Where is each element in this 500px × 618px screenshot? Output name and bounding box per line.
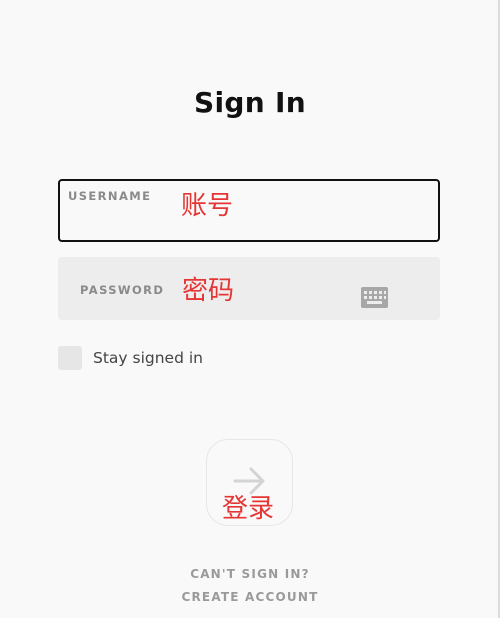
username-label: USERNAME: [68, 189, 152, 203]
stay-signed-in-label: Stay signed in: [93, 349, 203, 367]
page-title: Sign In: [194, 86, 306, 119]
create-account-link[interactable]: CREATE ACCOUNT: [0, 590, 500, 604]
password-annotation: 密码: [182, 276, 235, 306]
sign-in-page: Sign In USERNAME 账号 PASSWORD 密码 Stay sig…: [0, 0, 500, 618]
username-annotation: 账号: [181, 191, 234, 221]
sign-in-button[interactable]: 登录: [206, 439, 293, 526]
sign-in-annotation: 登录: [222, 494, 275, 524]
username-field[interactable]: USERNAME 账号: [58, 179, 440, 242]
cant-sign-in-link[interactable]: CAN'T SIGN IN?: [0, 567, 500, 581]
stay-signed-in-checkbox[interactable]: [58, 346, 82, 370]
password-label: PASSWORD: [80, 283, 165, 297]
password-field[interactable]: PASSWORD 密码: [58, 257, 440, 320]
keyboard-icon[interactable]: [361, 287, 388, 308]
